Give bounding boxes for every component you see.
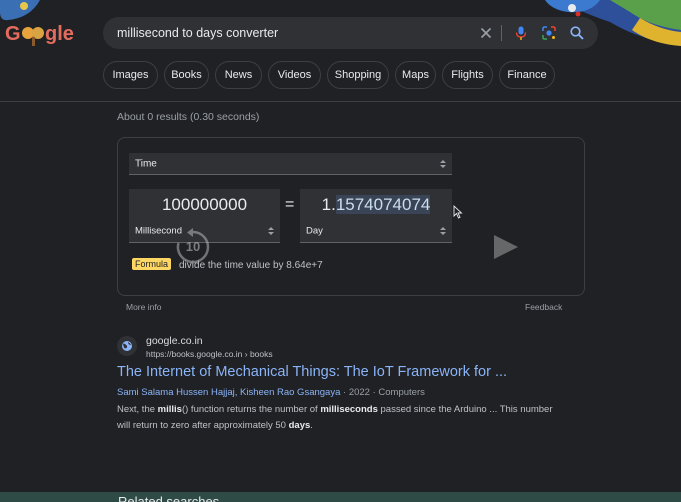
chip-shopping[interactable]: Shopping <box>327 61 389 89</box>
chip-videos[interactable]: Videos <box>268 61 321 89</box>
to-value-selection: 1574074074 <box>335 195 431 214</box>
unit-converter-card: Time 100000000 Millisecond = 1.157407407… <box>117 137 585 296</box>
result-stats: About 0 results (0.30 seconds) <box>117 111 260 123</box>
search-input[interactable] <box>117 17 467 49</box>
snippet-bold: days <box>288 420 311 431</box>
from-value-text: 100000000 <box>161 195 248 214</box>
camera-lens-icon[interactable] <box>541 25 557 41</box>
chip-books[interactable]: Books <box>164 61 209 89</box>
result-site-url[interactable]: https://books.google.co.in › books <box>146 349 273 359</box>
chip-flights[interactable]: Flights <box>442 61 493 89</box>
result-authors-link[interactable]: Sami Salama Hussen Hajjaj, Kisheen Rao G… <box>117 387 340 398</box>
to-unit-select[interactable]: Day <box>300 220 452 243</box>
formula-badge: Formula <box>132 258 172 270</box>
bottom-edge-bar <box>0 492 681 502</box>
svg-text:G: G <box>5 23 21 45</box>
header-divider <box>0 101 681 102</box>
snippet-bold: milliseconds <box>320 404 378 415</box>
search-icon[interactable] <box>569 25 585 41</box>
play-icon[interactable] <box>492 234 520 260</box>
google-doodle-logo-icon: G G gle <box>5 23 74 46</box>
category-select-label: Time <box>135 158 157 169</box>
select-arrows-icon <box>440 159 446 168</box>
search-box <box>103 17 598 49</box>
more-info-link[interactable]: More info <box>126 302 161 312</box>
snippet-text: Next, the <box>117 404 158 415</box>
to-value-text: 1.1574074074 <box>300 195 452 215</box>
snippet-text: . <box>310 420 313 431</box>
category-select[interactable]: Time <box>129 153 452 175</box>
to-value-input[interactable]: 1.1574074074 <box>300 189 452 220</box>
site-favicon[interactable] <box>117 336 137 356</box>
close-icon[interactable] <box>478 25 494 41</box>
chip-news[interactable]: News <box>215 61 262 89</box>
result-meta: Sami Salama Hussen Hajjaj, Kisheen Rao G… <box>117 387 425 398</box>
select-arrows-icon <box>268 227 274 235</box>
result-meta-text: · 2022 · Computers <box>340 387 425 398</box>
result-title-link[interactable]: The Internet of Mechanical Things: The I… <box>117 364 507 380</box>
from-value-input[interactable]: 100000000 <box>129 189 280 220</box>
result-site-name[interactable]: google.co.in <box>146 335 203 347</box>
formula-text: divide the time value by 8.64e+7 <box>179 260 323 271</box>
mic-icon[interactable] <box>513 25 529 41</box>
mouse-cursor-icon <box>453 205 463 219</box>
related-searches-heading: Related searches <box>118 494 220 502</box>
google-logo[interactable]: G G gle <box>5 18 75 48</box>
chip-images[interactable]: Images <box>103 61 158 89</box>
chip-maps[interactable]: Maps <box>395 61 436 89</box>
search-divider <box>501 25 502 41</box>
feedback-link[interactable]: Feedback <box>525 302 562 312</box>
svg-text:gle: gle <box>45 23 74 45</box>
select-arrows-icon <box>440 227 446 235</box>
to-value-prefix: 1. <box>321 195 336 214</box>
equals-sign: = <box>285 196 295 213</box>
chip-finance[interactable]: Finance <box>499 61 555 89</box>
snippet-text: () function returns the number of <box>181 404 321 415</box>
replay-10-label: 10 <box>185 239 201 254</box>
result-snippet: Next, the millis() function returns the … <box>117 402 557 434</box>
snippet-bold: millis <box>157 404 182 415</box>
to-unit-label: Day <box>306 225 323 237</box>
globe-icon <box>122 341 132 351</box>
